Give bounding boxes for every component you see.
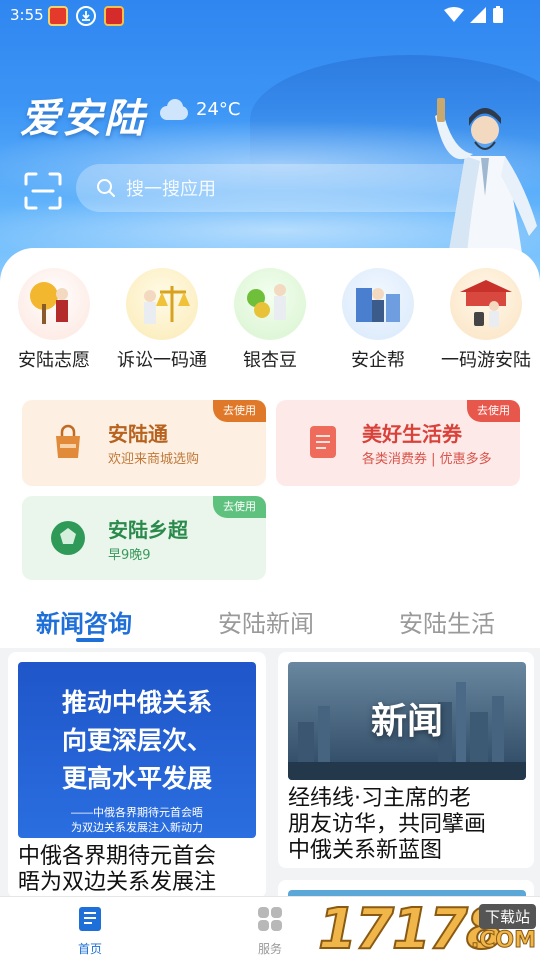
image-headline: 新闻 [370, 701, 443, 742]
tab-anlu-life[interactable]: 安陆生活 [399, 604, 495, 639]
news-title-line: 经纬线·习主席的老 [288, 786, 471, 811]
quick-apps: 安陆志愿 诉讼一码通 银杏豆 安企帮 一码游安陆 [0, 268, 540, 378]
card-subtitle: 各类消费券 | 优惠多多 [362, 452, 492, 467]
weather-widget[interactable]: 24°C [158, 98, 240, 120]
news-title-line: 中俄各界期待元首会 [18, 844, 217, 869]
notification-app-icon [104, 6, 124, 26]
image-caption: 为双边关系发展注入新动力 [71, 822, 203, 834]
app-tour-anlu[interactable]: 一码游安陆 [432, 268, 540, 372]
buildings-icon [342, 268, 414, 340]
news-title: 中俄各界期待元首会 晤为双边关系发展注 [18, 844, 258, 896]
download-notification-icon [76, 6, 96, 26]
ginkgo-icon [234, 268, 306, 340]
app-volunteer[interactable]: 安陆志愿 [0, 268, 108, 372]
coupon-book-icon [310, 426, 336, 458]
image-headline: 向更深层次、 [61, 726, 212, 755]
app-label: 银杏豆 [243, 350, 297, 371]
image-headline: 更高水平发展 [61, 764, 212, 793]
notification-app-icon [48, 6, 68, 26]
site-watermark: 17178 下载站 .COM [316, 898, 540, 960]
tab-news-consult[interactable]: 新闻咨询 [36, 604, 132, 639]
system-indicators [444, 6, 504, 24]
news-title: 经纬线·习主席的老 朋友访华，共同擘画 中俄关系新蓝图 [288, 786, 528, 864]
card-anlu-tong[interactable]: 安陆通 欢迎来商城选购 去使用 [22, 400, 266, 486]
card-title: 安陆乡超 [108, 518, 188, 542]
status-bar: 3:55 [0, 0, 540, 30]
active-tab-indicator [76, 638, 104, 642]
news-card[interactable]: 新闻 经纬线·习主席的老 朋友访华，共同擘画 中俄关系新蓝图 [278, 652, 534, 868]
shopping-bag-icon [56, 424, 80, 458]
app-label: 一码游安陆 [441, 350, 531, 371]
card-title: 美好生活券 [362, 422, 462, 446]
nav-services[interactable]: 服务 [240, 905, 300, 957]
app-litigation-code[interactable]: 诉讼一码通 [108, 268, 216, 372]
cloud-icon [158, 98, 190, 120]
news-title-line: 朋友访华，共同擘画 [288, 812, 487, 837]
use-tag[interactable]: 去使用 [213, 496, 266, 518]
wifi-icon [444, 7, 464, 22]
news-card[interactable]: 推动中俄关系 向更深层次、 更高水平发展 ——中俄各界期待元首会晤 为双边关系发… [8, 652, 266, 898]
app-label: 安企帮 [351, 350, 405, 371]
nav-label: 首页 [77, 942, 102, 956]
app-label: 安陆志愿 [18, 350, 90, 371]
app-screen: 3:55 爱安陆 24°C 搜一搜应用 安陆志愿 诉讼一码通 银杏豆 安企帮 一… [0, 0, 540, 960]
tab-anlu-news[interactable]: 安陆新闻 [218, 604, 314, 639]
app-logo: 爱安陆 [20, 95, 146, 142]
app-enterprise-help[interactable]: 安企帮 [324, 268, 432, 372]
news-image: 推动中俄关系 向更深层次、 更高水平发展 ——中俄各界期待元首会晤 为双边关系发… [18, 662, 256, 838]
card-subtitle: 欢迎来商城选购 [108, 452, 200, 467]
status-time: 3:55 [10, 6, 44, 24]
watermark-tag: 下载站 [478, 904, 536, 929]
news-image: 新闻 [288, 662, 526, 780]
image-caption: ——中俄各界期待元首会晤 [71, 807, 203, 819]
nav-home[interactable]: 首页 [60, 905, 120, 957]
card-anlu-super[interactable]: 安陆乡超 早9晚9 去使用 [22, 496, 266, 580]
search-placeholder: 搜一搜应用 [126, 179, 216, 200]
use-tag[interactable]: 去使用 [467, 400, 520, 422]
news-feed: 推动中俄关系 向更深层次、 更高水平发展 ——中俄各界期待元首会晤 为双边关系发… [0, 648, 540, 910]
grid-icon [258, 907, 282, 931]
volunteer-icon [18, 268, 90, 340]
card-title: 安陆通 [108, 422, 168, 446]
watermark-suffix: .COM [470, 928, 536, 954]
card-life-coupon[interactable]: 美好生活券 各类消费券 | 优惠多多 去使用 [276, 400, 520, 486]
nav-label: 服务 [257, 942, 282, 956]
gate-tower-icon [450, 268, 522, 340]
signal-icon [470, 7, 486, 23]
temperature: 24°C [196, 98, 241, 120]
scan-icon [24, 172, 62, 210]
news-title-line: 晤为双边关系发展注 [18, 870, 217, 895]
home-news-icon [79, 907, 101, 931]
app-label: 诉讼一码通 [117, 350, 207, 371]
scales-icon [126, 268, 198, 340]
news-title-line: 中俄关系新蓝图 [288, 838, 443, 863]
battery-icon [493, 6, 503, 23]
scan-button[interactable] [24, 172, 62, 210]
app-ginkgo-bean[interactable]: 银杏豆 [216, 268, 324, 372]
use-tag[interactable]: 去使用 [213, 400, 266, 422]
image-headline: 推动中俄关系 [61, 688, 212, 717]
search-icon [97, 179, 115, 197]
football-icon [51, 521, 85, 555]
card-subtitle: 早9晚9 [108, 548, 151, 563]
